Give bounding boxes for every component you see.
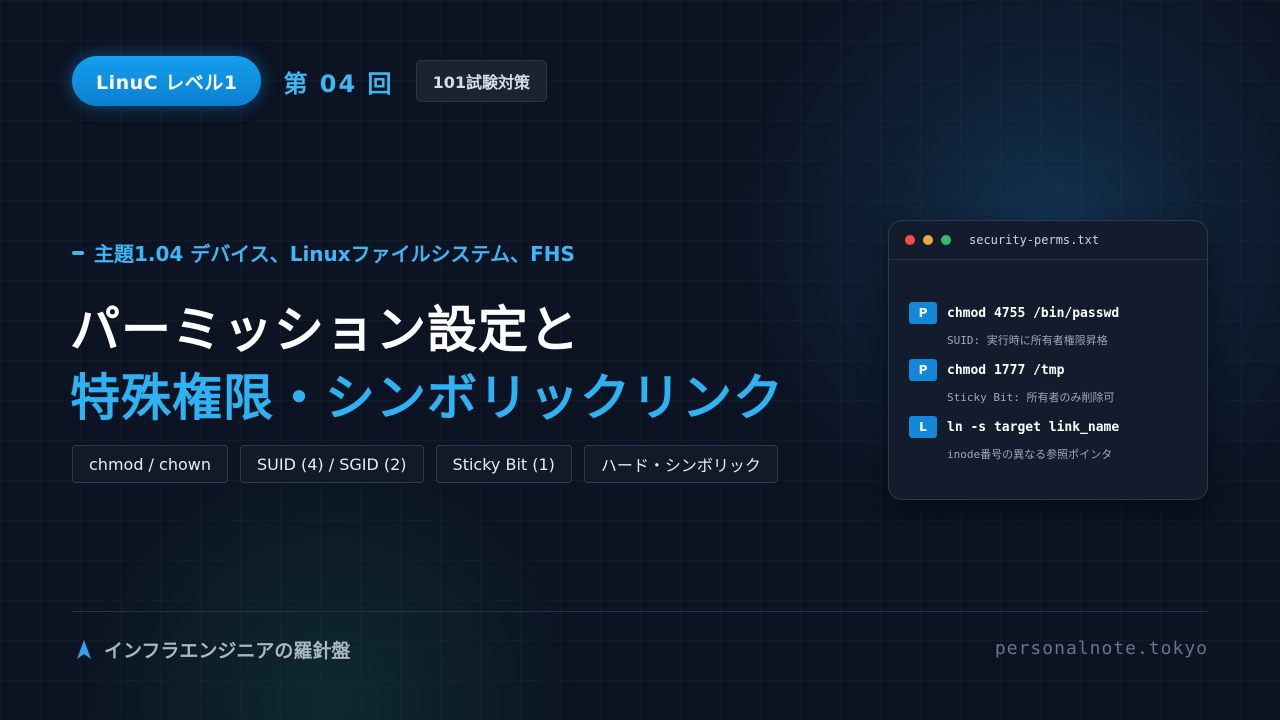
tag-list: chmod / chown SUID (4) / SGID (2) Sticky… [72, 445, 778, 483]
terminal-titlebar: security-perms.txt [889, 221, 1207, 260]
command-description: SUID: 実行時に所有者権限昇格 [947, 334, 1108, 347]
exam-badge: 101試験対策 [415, 60, 547, 102]
tag-links: ハード・シンボリック [583, 445, 778, 483]
episode-label: 第 04 回 [283, 69, 394, 98]
command-text: chmod 4755 /bin/passwd [947, 305, 1120, 321]
close-dot-icon [905, 235, 915, 245]
terminal-body: P chmod 4755 /bin/passwd SUID: 実行時に所有者権限… [889, 260, 1207, 462]
tag-chmod: chmod / chown [72, 445, 228, 483]
command-item: L ln -s target link_name inode番号の異なる参照ポイ… [909, 416, 1187, 462]
compass-arrow-icon [77, 639, 91, 659]
terminal-window: security-perms.txt P chmod 4755 /bin/pas… [888, 220, 1208, 500]
header: LinuC レベル1 第 04 回 101試験対策 [72, 56, 547, 106]
command-text: ln -s target link_name [947, 419, 1120, 435]
command-description: Sticky Bit: 所有者のみ削除可 [947, 391, 1115, 404]
minimize-dot-icon [923, 235, 933, 245]
command-badge: P [909, 302, 937, 324]
site-url: personalnote.tokyo [994, 638, 1208, 659]
page-title-line1: パーミッション設定と [70, 301, 580, 359]
subtitle: 主題1.04 デバイス、Linuxファイルシステム、FHS [72, 238, 575, 267]
command-badge: P [909, 359, 937, 381]
dash-icon [72, 250, 84, 255]
command-item: P chmod 4755 /bin/passwd SUID: 実行時に所有者権限… [909, 302, 1187, 348]
command-badge: L [909, 416, 937, 438]
page-title-line2: 特殊権限・シンボリックリンク [70, 369, 784, 427]
terminal-filename: security-perms.txt [969, 233, 1100, 247]
command-text: chmod 1777 /tmp [947, 362, 1065, 378]
subtitle-text: 主題1.04 デバイス、Linuxファイルシステム、FHS [94, 242, 575, 266]
level-badge: LinuC レベル1 [72, 56, 262, 106]
maximize-dot-icon [941, 235, 951, 245]
tag-suid-sgid: SUID (4) / SGID (2) [239, 445, 424, 483]
tag-sticky-bit: Sticky Bit (1) [435, 445, 572, 483]
command-description: inode番号の異なる参照ポインタ [947, 448, 1113, 461]
command-item: P chmod 1777 /tmp Sticky Bit: 所有者のみ削除可 [909, 359, 1187, 405]
brand-name: インフラエンジニアの羅針盤 [104, 640, 351, 662]
brand: インフラエンジニアの羅針盤 [76, 636, 350, 663]
footer-divider [72, 611, 1208, 612]
